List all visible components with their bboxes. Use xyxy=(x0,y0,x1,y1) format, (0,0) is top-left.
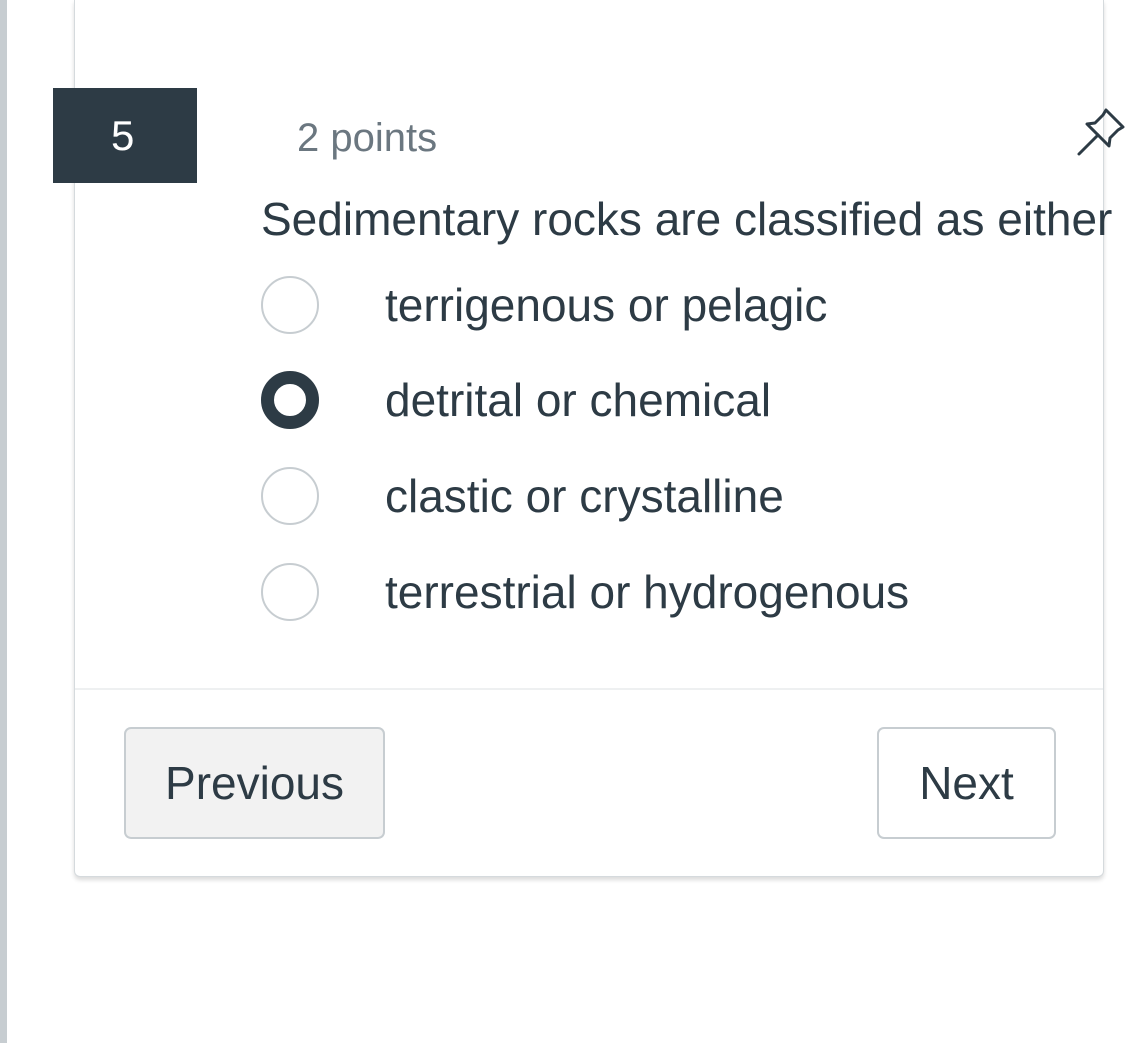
answer-option-1[interactable]: terrigenous or pelagic xyxy=(261,274,827,336)
previous-button[interactable]: Previous xyxy=(124,727,385,839)
pushpin-icon[interactable] xyxy=(1073,104,1129,160)
question-card: 2 points Sedimentary rocks are classifie… xyxy=(74,0,1125,877)
radio-button[interactable] xyxy=(261,563,319,621)
answer-label: terrigenous or pelagic xyxy=(385,279,828,331)
next-button[interactable]: Next xyxy=(877,727,1056,839)
question-number-badge: 5 xyxy=(53,88,197,183)
radio-button[interactable] xyxy=(261,467,319,525)
answer-option-3[interactable]: clastic or crystalline xyxy=(261,465,784,527)
question-text: Sedimentary rocks are classified as eith… xyxy=(261,193,1113,245)
answer-option-4[interactable]: terrestrial or hydrogenous xyxy=(261,561,909,623)
radio-button-selected[interactable] xyxy=(261,371,319,429)
answer-option-2[interactable]: detrital or chemical xyxy=(261,369,771,431)
footer-divider xyxy=(75,688,1103,690)
answer-label: clastic or crystalline xyxy=(385,470,784,522)
answer-label: terrestrial or hydrogenous xyxy=(385,566,910,618)
radio-button[interactable] xyxy=(261,276,319,334)
question-points: 2 points xyxy=(297,116,438,160)
left-rail xyxy=(0,0,7,1043)
answer-label: detrital or chemical xyxy=(385,374,772,426)
